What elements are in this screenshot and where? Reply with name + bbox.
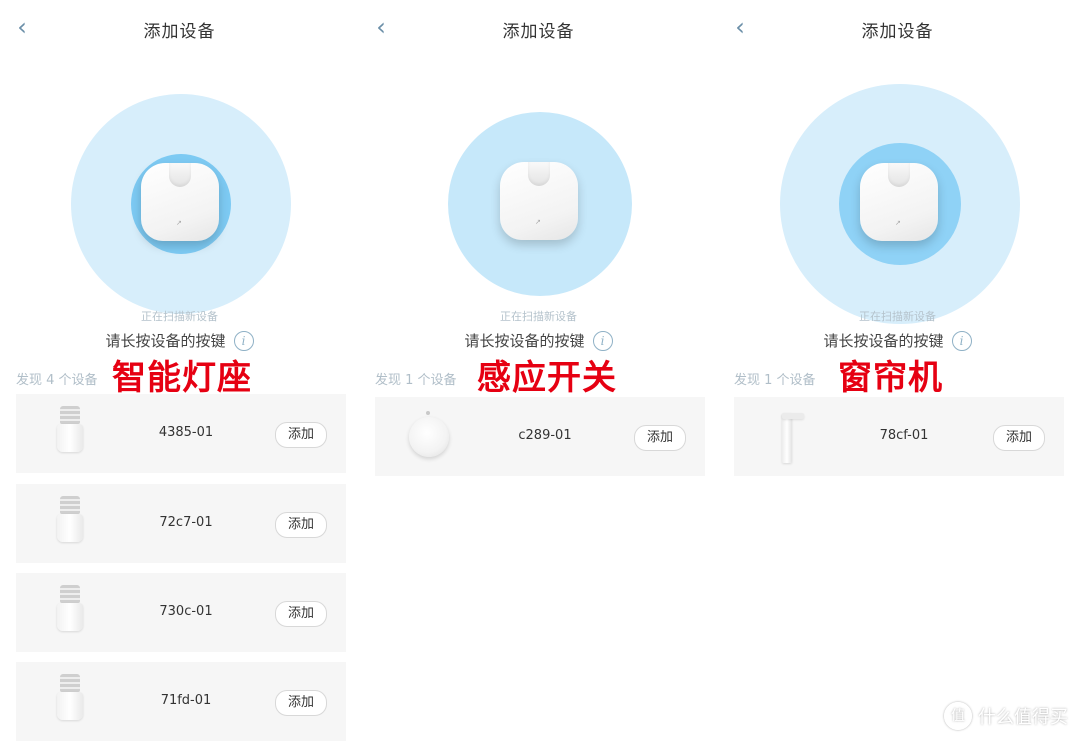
socket-thread <box>60 406 80 424</box>
category-overlay: 感应开关 <box>477 358 617 398</box>
found-count: 发现 1 个设备 <box>375 373 457 388</box>
device-name: 71fd-01 <box>160 693 212 708</box>
curtain-rail <box>782 413 792 463</box>
hub-logo: ↗ <box>535 218 541 226</box>
device-card[interactable]: c289-01 添加 <box>375 397 705 476</box>
add-device-button[interactable]: 添加 <box>275 601 327 627</box>
scanning-status: 正在扫描新设备 <box>141 310 218 323</box>
scanning-status: 正在扫描新设备 <box>859 310 936 323</box>
hub-notch <box>888 163 910 187</box>
info-icon[interactable]: i <box>951 331 972 351</box>
info-icon[interactable]: i <box>233 331 254 351</box>
hub-logo: ↗ <box>176 219 182 227</box>
device-name: c289-01 <box>518 428 572 443</box>
category-overlay: 窗帘机 <box>838 358 943 398</box>
device-name: 730c-01 <box>159 604 213 619</box>
site-watermark: 值 什么值得买 <box>944 702 1068 730</box>
scan-animation: ↗ <box>0 0 359 330</box>
add-device-button[interactable]: 添加 <box>275 690 327 716</box>
watermark-logo-icon: 值 <box>944 702 972 730</box>
panel-smart-socket: ‹ 添加设备 ↗ 正在扫描新设备 请长按设备的按键 i 发现 4 个设备 智能灯座… <box>0 0 359 741</box>
bulb-socket-icon <box>48 496 92 552</box>
scan-animation: ↗ <box>359 0 718 330</box>
device-card[interactable]: 72c7-01 添加 <box>16 484 346 563</box>
socket-body <box>57 424 83 452</box>
curtain-motor-icon <box>766 409 810 465</box>
gateway-hub-icon: ↗ <box>500 162 578 240</box>
hint-text: 请长按设备的按键 <box>464 332 585 350</box>
bulb-socket-icon <box>48 406 92 462</box>
bulb-socket-icon <box>48 674 92 730</box>
device-card[interactable]: 78cf-01 添加 <box>734 397 1064 476</box>
switch-sensor-dot <box>426 411 430 415</box>
scan-animation: ↗ <box>718 0 1077 330</box>
found-count: 发现 1 个设备 <box>734 373 816 388</box>
gateway-hub-icon: ↗ <box>141 163 219 241</box>
panel-motion-switch: ‹ 添加设备 ↗ 正在扫描新设备 请长按设备的按键 i 发现 1 个设备 感应开关… <box>359 0 718 740</box>
device-name: 72c7-01 <box>159 515 213 530</box>
socket-body <box>57 603 83 631</box>
gateway-hub-icon: ↗ <box>860 163 938 241</box>
hint-row: 请长按设备的按键 i <box>359 330 718 351</box>
scanning-status: 正在扫描新设备 <box>500 310 577 323</box>
hint-row: 请长按设备的按键 i <box>718 330 1077 351</box>
socket-thread <box>60 674 80 692</box>
device-card[interactable]: 71fd-01 添加 <box>16 662 346 741</box>
device-name: 78cf-01 <box>879 428 929 443</box>
category-overlay: 智能灯座 <box>112 358 252 398</box>
watermark-text: 什么值得买 <box>978 707 1068 728</box>
bulb-socket-icon <box>48 585 92 641</box>
hint-text: 请长按设备的按键 <box>823 332 944 350</box>
socket-body <box>57 692 83 720</box>
add-device-button[interactable]: 添加 <box>275 422 327 448</box>
motion-switch-icon <box>407 409 451 465</box>
device-card[interactable]: 4385-01 添加 <box>16 394 346 473</box>
hint-row: 请长按设备的按键 i <box>0 330 359 351</box>
hub-logo: ↗ <box>895 219 901 227</box>
switch-body <box>409 417 449 457</box>
device-name: 4385-01 <box>158 425 214 440</box>
hub-notch <box>528 162 550 186</box>
socket-thread <box>60 585 80 603</box>
add-device-button[interactable]: 添加 <box>634 425 686 451</box>
hub-notch <box>169 163 191 187</box>
add-device-button[interactable]: 添加 <box>275 512 327 538</box>
hint-text: 请长按设备的按键 <box>105 332 226 350</box>
socket-body <box>57 514 83 542</box>
info-icon[interactable]: i <box>592 331 613 351</box>
found-count: 发现 4 个设备 <box>16 373 98 388</box>
socket-thread <box>60 496 80 514</box>
panel-curtain-motor: ‹ 添加设备 ↗ 正在扫描新设备 请长按设备的按键 i 发现 1 个设备 窗帘机 … <box>718 0 1077 740</box>
device-card[interactable]: 730c-01 添加 <box>16 573 346 652</box>
curtain-bracket <box>782 413 804 419</box>
add-device-button[interactable]: 添加 <box>993 425 1045 451</box>
